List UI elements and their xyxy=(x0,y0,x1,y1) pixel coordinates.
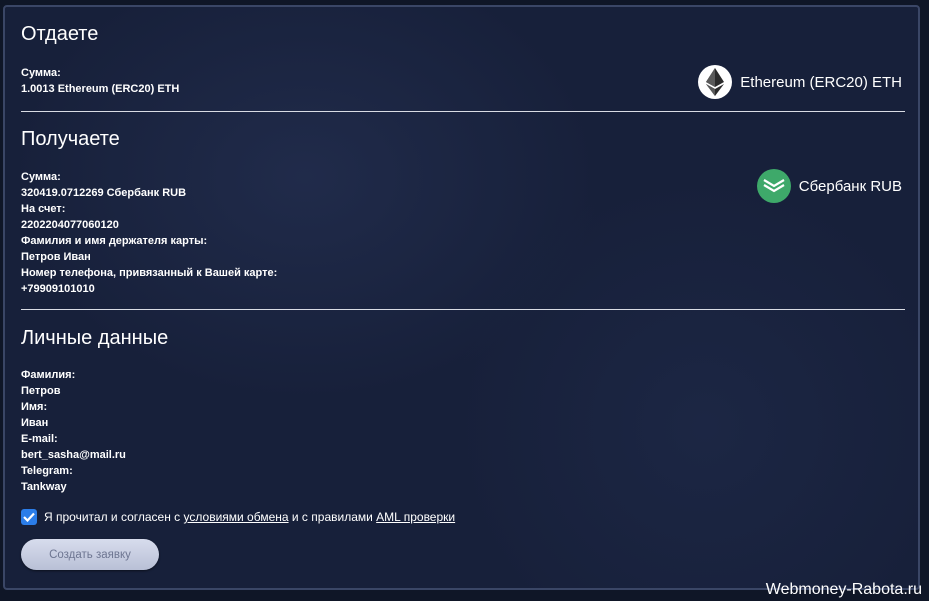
give-currency-name: Ethereum (ERC20) ETH xyxy=(740,73,902,91)
give-currency: Ethereum (ERC20) ETH xyxy=(698,65,902,99)
lastname-value: Петров xyxy=(21,385,61,397)
give-amount-value: 1.0013 Ethereum (ERC20) ETH xyxy=(21,83,180,95)
receive-holder-value: Петров Иван xyxy=(21,251,91,263)
checkmark-icon xyxy=(23,512,35,522)
divider xyxy=(21,111,905,112)
ethereum-icon xyxy=(698,65,733,99)
receive-currency: Сбербанк RUB xyxy=(756,169,902,203)
telegram-value: Tankway xyxy=(21,481,67,493)
receive-amount-value: 320419.0712269 Сбербанк RUB xyxy=(21,187,187,199)
receive-phone-value: +79909101010 xyxy=(21,283,95,295)
email-label: E-mail: xyxy=(21,433,58,445)
receive-account-label: На счет: xyxy=(21,203,66,215)
email-value: bert_sasha@mail.ru xyxy=(21,449,126,461)
receive-phone-label: Номер телефона, привязанный к Вашей карт… xyxy=(21,267,278,279)
receive-amount-label: Сумма: xyxy=(21,171,61,183)
aml-link[interactable]: AML проверки xyxy=(376,510,455,524)
receive-account-value: 2202204077060120 xyxy=(21,219,119,231)
give-fields: Сумма: 1.0013 Ethereum (ERC20) ETH xyxy=(21,65,179,97)
watermark: Webmoney-Rabota.ru xyxy=(765,581,922,598)
personal-heading: Личные данные xyxy=(21,327,169,349)
divider xyxy=(21,309,905,310)
agreement-text-1: Я прочитал и согласен с xyxy=(44,510,184,524)
lastname-label: Фамилия: xyxy=(21,369,76,381)
agreement-row: Я прочитал и согласен с условиями обмена… xyxy=(21,509,455,525)
give-amount-label: Сумма: xyxy=(21,67,61,79)
sberbank-icon xyxy=(756,169,791,203)
firstname-label: Имя: xyxy=(21,401,48,413)
agreement-text-2: и с правилами xyxy=(288,510,377,524)
give-heading: Отдаете xyxy=(21,23,99,45)
firstname-value: Иван xyxy=(21,417,49,429)
receive-currency-name: Сбербанк RUB xyxy=(798,177,902,195)
telegram-label: Telegram: xyxy=(21,465,73,477)
terms-link[interactable]: условиями обмена xyxy=(184,510,289,524)
create-request-button[interactable]: Создать заявку xyxy=(21,539,159,570)
agreement-text: Я прочитал и согласен с условиями обмена… xyxy=(44,510,455,524)
agreement-checkbox[interactable] xyxy=(21,509,37,525)
receive-heading: Получаете xyxy=(21,128,120,150)
exchange-summary-panel: Отдаете Сумма: 1.0013 Ethereum (ERC20) E… xyxy=(3,5,920,590)
receive-fields: Сумма: 320419.0712269 Сбербанк RUB На сч… xyxy=(21,169,277,297)
receive-holder-label: Фамилия и имя держателя карты: xyxy=(21,235,208,247)
personal-fields: Фамилия: Петров Имя: Иван E-mail: bert_s… xyxy=(21,367,126,495)
